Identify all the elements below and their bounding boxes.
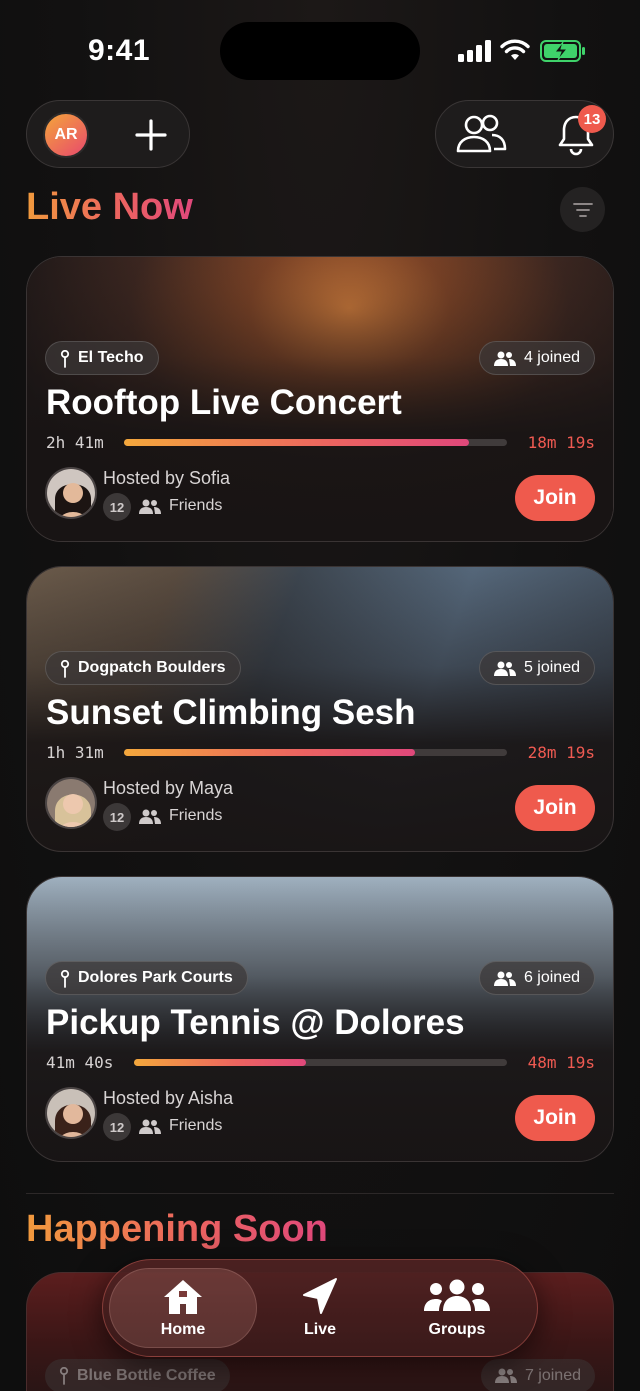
- tab-label: Home: [160, 1321, 206, 1338]
- joined-chip: 5 joined: [478, 651, 595, 685]
- friends-small-icon: [139, 809, 161, 824]
- location-chip[interactable]: El Techo: [45, 341, 159, 375]
- social-pill: 13: [435, 100, 614, 168]
- tab-label: Groups: [428, 1321, 486, 1338]
- section-divider: [26, 1193, 614, 1194]
- join-button[interactable]: Join: [515, 475, 595, 521]
- profile-create-pill: AR: [26, 100, 190, 168]
- people-icon: [494, 1368, 517, 1383]
- home-icon: [164, 1280, 202, 1314]
- user-avatar[interactable]: AR: [43, 112, 89, 158]
- friend-count-badge: 12: [103, 493, 131, 521]
- status-time: 9:41: [88, 34, 151, 67]
- remaining-time: 48m 19s: [527, 1053, 595, 1072]
- wifi-icon: [500, 39, 530, 60]
- joined-chip: 6 joined: [478, 961, 595, 995]
- progress-fill: [124, 749, 416, 756]
- host-name: Hosted by Sofia: [103, 468, 231, 488]
- tab-home[interactable]: Home: [109, 1268, 257, 1348]
- status-bar: 9:41: [0, 0, 640, 100]
- event-title: Rooftop Live Concert: [46, 383, 402, 422]
- host-avatar[interactable]: [45, 777, 97, 829]
- friends-label: Friends: [169, 1117, 223, 1134]
- friends-label: Friends: [169, 807, 223, 824]
- location-pin-icon: [60, 660, 70, 678]
- plus-icon[interactable]: [131, 115, 171, 155]
- joined-chip: 7 joined: [480, 1359, 595, 1391]
- location-label: Dolores Park Courts: [78, 969, 233, 986]
- joined-count: 4 joined: [523, 349, 580, 366]
- live-now-title: Live Now: [26, 186, 193, 228]
- dynamic-island: [220, 22, 420, 80]
- friend-count-badge: 12: [103, 803, 131, 831]
- friends-icon[interactable]: [454, 113, 508, 157]
- tab-label: Live: [303, 1321, 336, 1338]
- host-avatar[interactable]: [45, 1087, 97, 1139]
- tab-bar: Home Live Groups: [102, 1259, 538, 1357]
- time-progress-bar: [124, 439, 507, 446]
- location-pin-icon: [59, 1367, 69, 1385]
- joined-count: 7 joined: [524, 1367, 581, 1384]
- tab-live[interactable]: Live: [246, 1268, 394, 1348]
- event-title: Pickup Tennis @ Dolores: [46, 1003, 465, 1042]
- elapsed-time: 41m 40s: [46, 1053, 114, 1072]
- host-name: Hosted by Maya: [103, 778, 234, 798]
- location-chip[interactable]: Dolores Park Courts: [45, 961, 248, 995]
- live-event-card[interactable]: Dolores Park Courts 6 joined Pickup Tenn…: [26, 876, 614, 1162]
- location-label: Dogpatch Boulders: [78, 659, 226, 676]
- join-button[interactable]: Join: [515, 1095, 595, 1141]
- progress-fill: [124, 439, 469, 446]
- cellular-signal-icon: [458, 40, 491, 62]
- remaining-time: 28m 19s: [527, 743, 595, 762]
- location-pin-icon: [60, 970, 70, 988]
- host-avatar[interactable]: [45, 467, 97, 519]
- time-progress-bar: [134, 1059, 507, 1066]
- elapsed-time: 1h 31m: [46, 743, 104, 762]
- location-label: El Techo: [78, 349, 144, 366]
- filter-button[interactable]: [560, 187, 605, 232]
- joined-chip: 4 joined: [478, 341, 595, 375]
- live-event-card[interactable]: El Techo 4 joined Rooftop Live Concert 2…: [26, 256, 614, 542]
- event-title: Sunset Climbing Sesh: [46, 693, 416, 732]
- friends-label: Friends: [169, 497, 223, 514]
- friends-small-icon: [139, 1119, 161, 1134]
- elapsed-time: 2h 41m: [46, 433, 104, 452]
- location-label: Blue Bottle Coffee: [77, 1367, 216, 1384]
- friends-small-icon: [139, 499, 161, 514]
- tab-groups[interactable]: Groups: [383, 1268, 531, 1348]
- joined-count: 6 joined: [523, 969, 580, 986]
- people-icon: [493, 661, 516, 676]
- location-pin-icon: [60, 350, 70, 368]
- filter-icon: [572, 202, 593, 217]
- people-icon: [493, 971, 516, 986]
- battery-charging-icon: [540, 40, 585, 62]
- time-progress-bar: [124, 749, 507, 756]
- location-chip[interactable]: Dogpatch Boulders: [45, 651, 241, 685]
- location-chip: Blue Bottle Coffee: [45, 1359, 230, 1391]
- groups-icon: [424, 1279, 490, 1311]
- people-icon: [493, 351, 516, 366]
- navigation-arrow-icon: [303, 1278, 337, 1314]
- host-name: Hosted by Aisha: [103, 1088, 234, 1108]
- notification-badge: 13: [578, 105, 606, 133]
- friend-count-badge: 12: [103, 1113, 131, 1141]
- progress-fill: [134, 1059, 306, 1066]
- remaining-time: 18m 19s: [527, 433, 595, 452]
- join-button[interactable]: Join: [515, 785, 595, 831]
- joined-count: 5 joined: [523, 659, 580, 676]
- live-event-card[interactable]: Dogpatch Boulders 5 joined Sunset Climbi…: [26, 566, 614, 852]
- happening-soon-title: Happening Soon: [26, 1208, 328, 1250]
